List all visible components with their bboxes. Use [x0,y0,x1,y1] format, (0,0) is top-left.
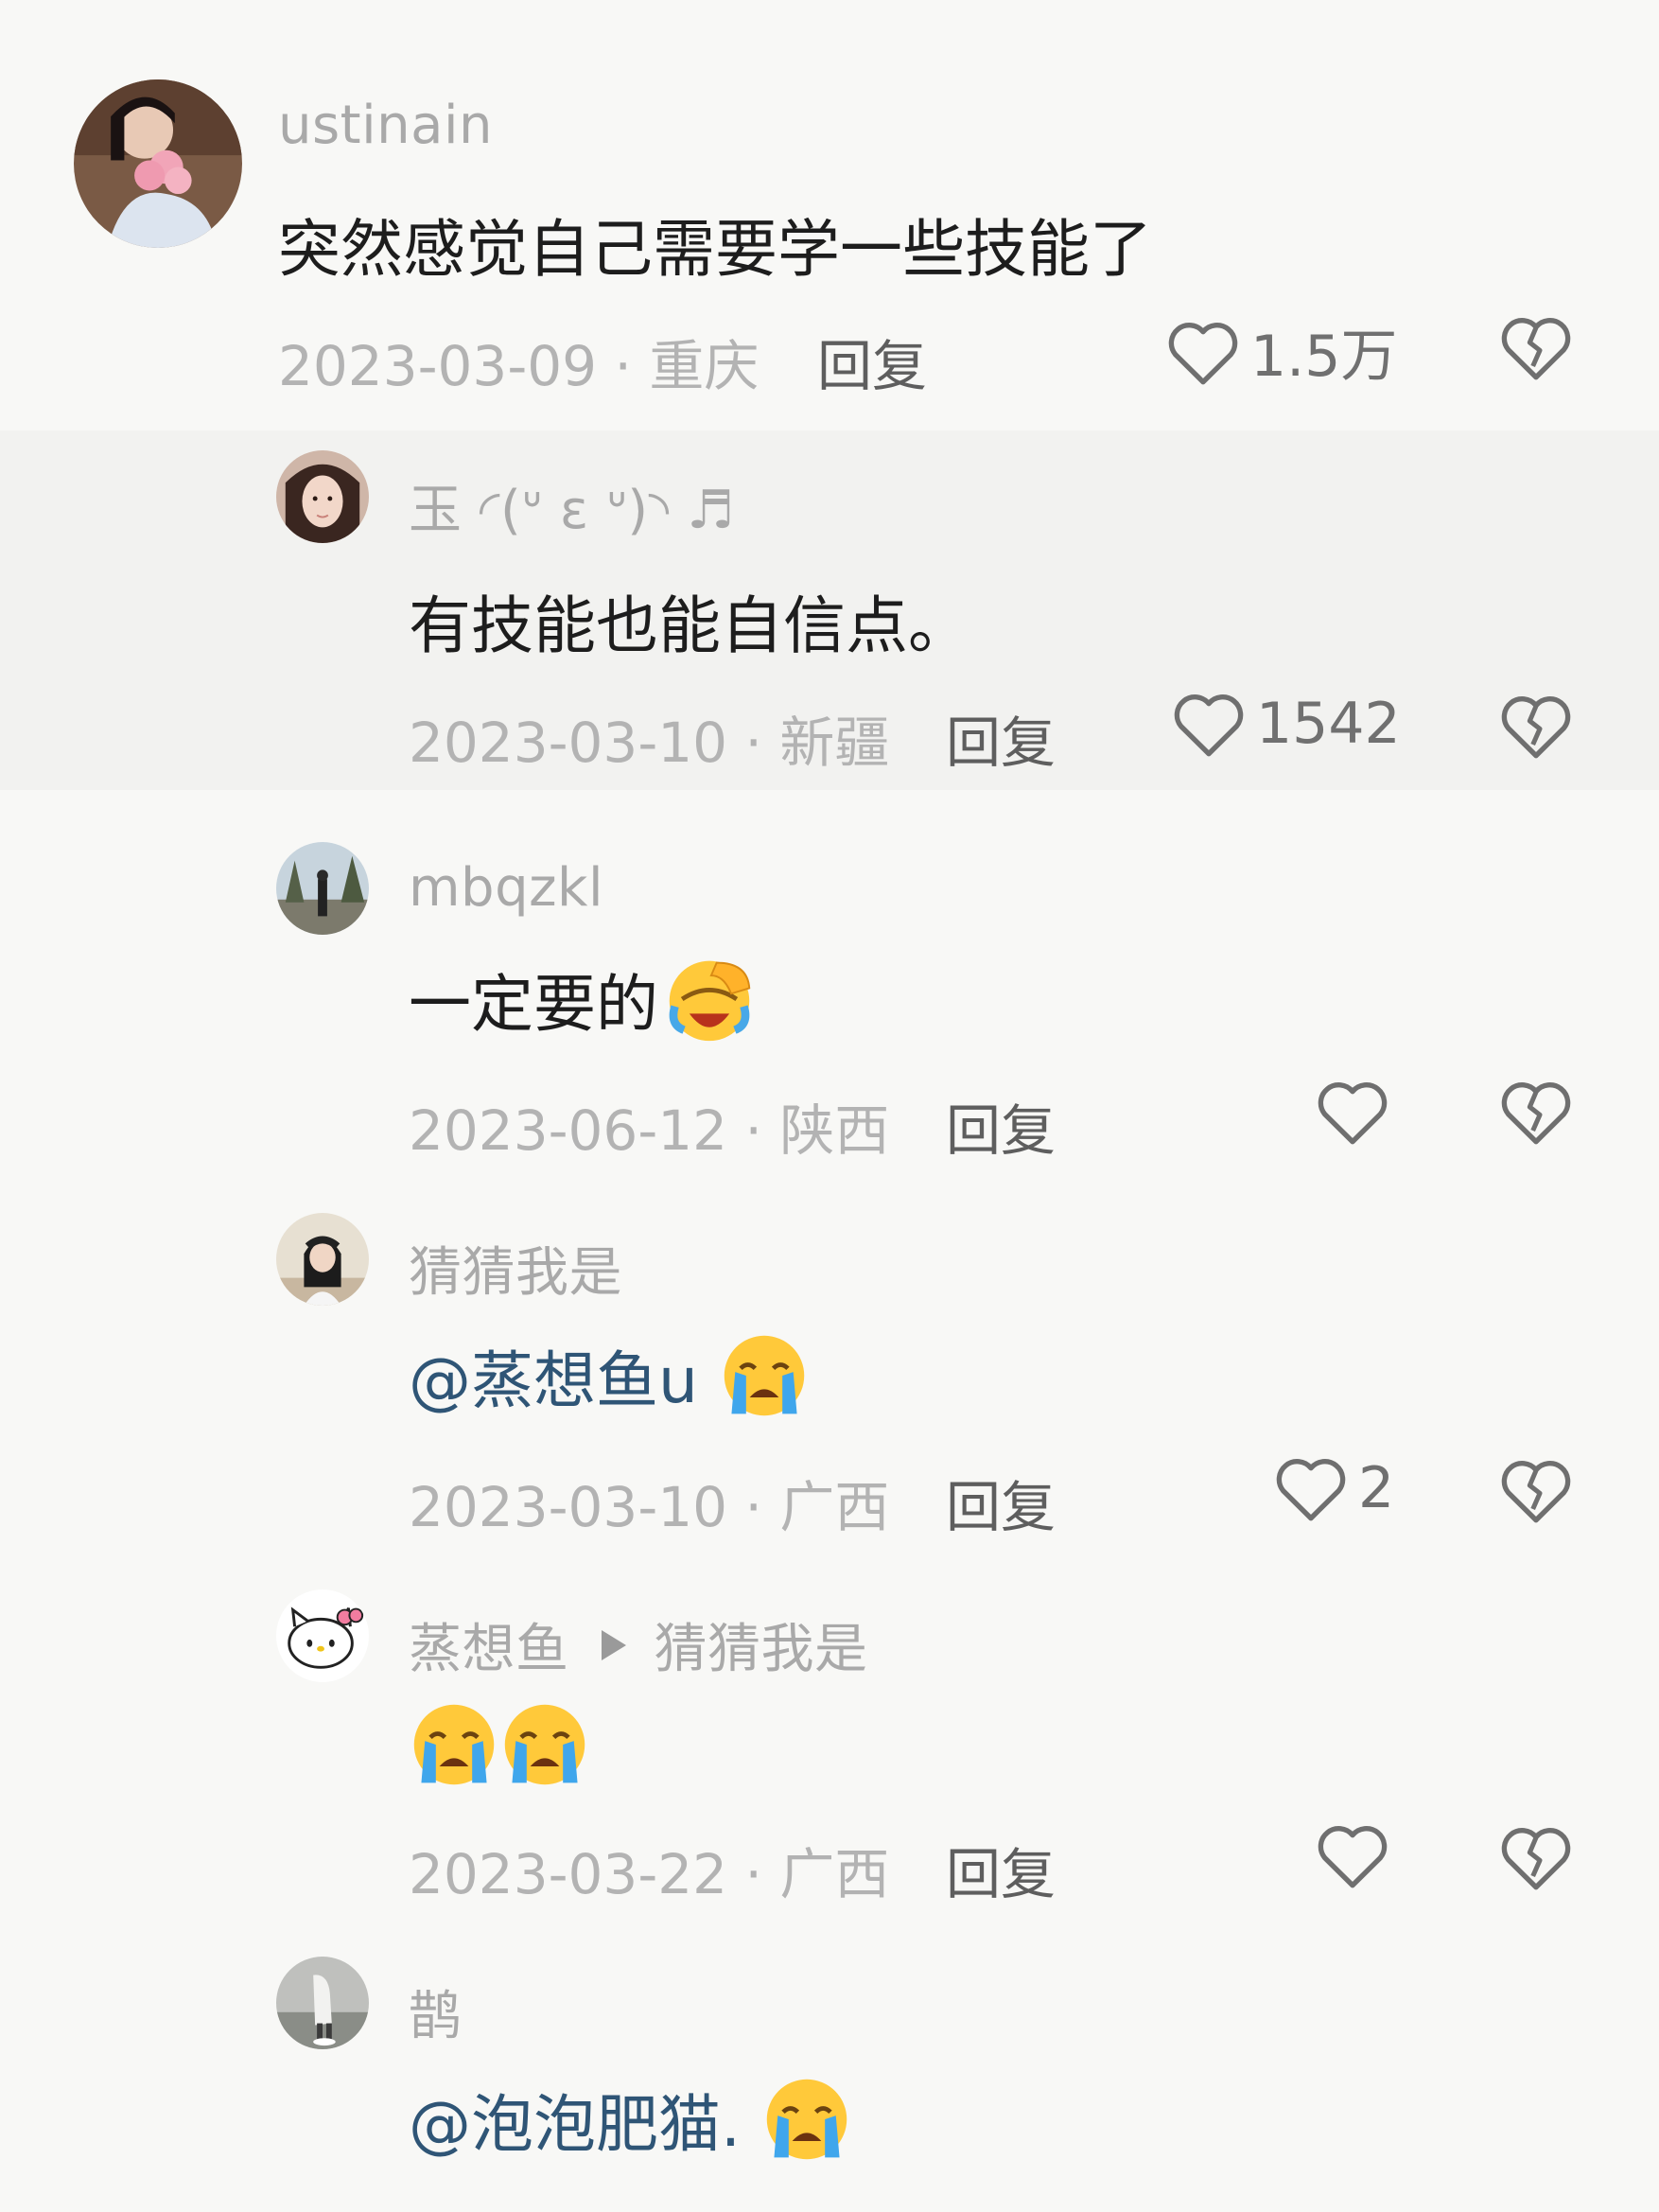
avatar-woman-portrait-icon[interactable] [276,450,369,543]
reply-button[interactable]: 回复 [946,1463,1056,1542]
like-button[interactable] [1315,1820,1390,1890]
comment-text: 突然感觉自己需要学一些技能了 [278,213,1152,286]
like-count: 1542 [1256,691,1401,757]
like-button[interactable] [1315,1077,1390,1147]
reply-button[interactable]: 回复 [946,698,1056,778]
heart-icon [1318,1082,1388,1145]
like-button[interactable]: 1.5万 [1165,310,1397,393]
reply-date-location: 2023-03-10 · 广西 [409,1475,890,1539]
avatar-hello-kitty-icon[interactable] [276,1589,369,1682]
heart-icon [1168,322,1238,384]
avatar-tree-person-icon[interactable] [276,842,369,935]
broken-heart-icon[interactable] [1498,1455,1574,1525]
facepalm-laugh-emoji [664,954,755,1045]
reply-username[interactable]: 玉 ◜(ᐡ ε ᐡ)◝ ♬ [409,467,735,544]
like-button[interactable]: 1542 [1171,689,1401,759]
reply-to-user[interactable]: 猜猜我是 [655,1606,868,1683]
reply-text: @泡泡肥猫. [409,2074,852,2165]
like-count: 2 [1358,1455,1395,1521]
crying-face-emoji [719,1330,810,1421]
reply-username[interactable]: 鹊 [409,1974,463,2050]
avatar-figure-photo-icon[interactable] [276,1957,369,2049]
reply-text [409,1699,590,1790]
reply-text: 有技能也能自信点。 [409,589,970,662]
reply-text: 一定要的 [409,954,755,1045]
broken-heart-icon[interactable] [1498,1822,1574,1892]
reply-button[interactable]: 回复 [817,322,927,401]
heart-icon [1318,1826,1388,1888]
reply-username[interactable]: mbqzkl [409,857,603,919]
reply-to-arrow-icon [601,1629,626,1660]
crying-face-emoji [409,1699,499,1790]
reply-username[interactable]: 猜猜我是 [409,1230,622,1307]
heart-icon [1276,1459,1346,1521]
comment-username[interactable]: ustinain [278,95,493,156]
heart-icon [1174,694,1244,757]
avatar-girl-photo-icon[interactable] [276,1213,369,1306]
avatar-woman-flowers-icon[interactable] [74,79,242,248]
crying-face-emoji [761,2074,852,2165]
reply-author[interactable]: 蒸想鱼 [409,1606,569,1683]
mention-link[interactable]: @泡泡肥猫. [409,2074,741,2165]
broken-heart-icon[interactable] [1498,1077,1574,1147]
reply-date-location: 2023-06-12 · 陕西 [409,1098,890,1163]
comment-list-page: ustinain 突然感觉自己需要学一些技能了 2023-03-09 · 重庆 … [0,0,1659,2212]
reply-date-location: 2023-03-10 · 新疆 [409,711,890,775]
reply-button[interactable]: 回复 [946,1086,1056,1166]
like-button[interactable]: 2 [1273,1453,1394,1523]
reply-text: @蒸想鱼u [409,1330,810,1421]
reply-date-location: 2023-03-22 · 广西 [409,1842,890,1906]
broken-heart-icon[interactable] [1498,691,1574,761]
reply-button[interactable]: 回复 [946,1830,1056,1909]
broken-heart-icon[interactable] [1498,312,1574,382]
comment-date-location: 2023-03-09 · 重庆 [278,334,760,398]
like-count: 1.5万 [1250,324,1398,390]
reply-text-content: 一定要的 [409,968,658,1041]
reply-username: 蒸想鱼 猜猜我是 [409,1606,868,1683]
mention-link[interactable]: @蒸想鱼u [409,1330,698,1421]
crying-face-emoji [499,1699,590,1790]
